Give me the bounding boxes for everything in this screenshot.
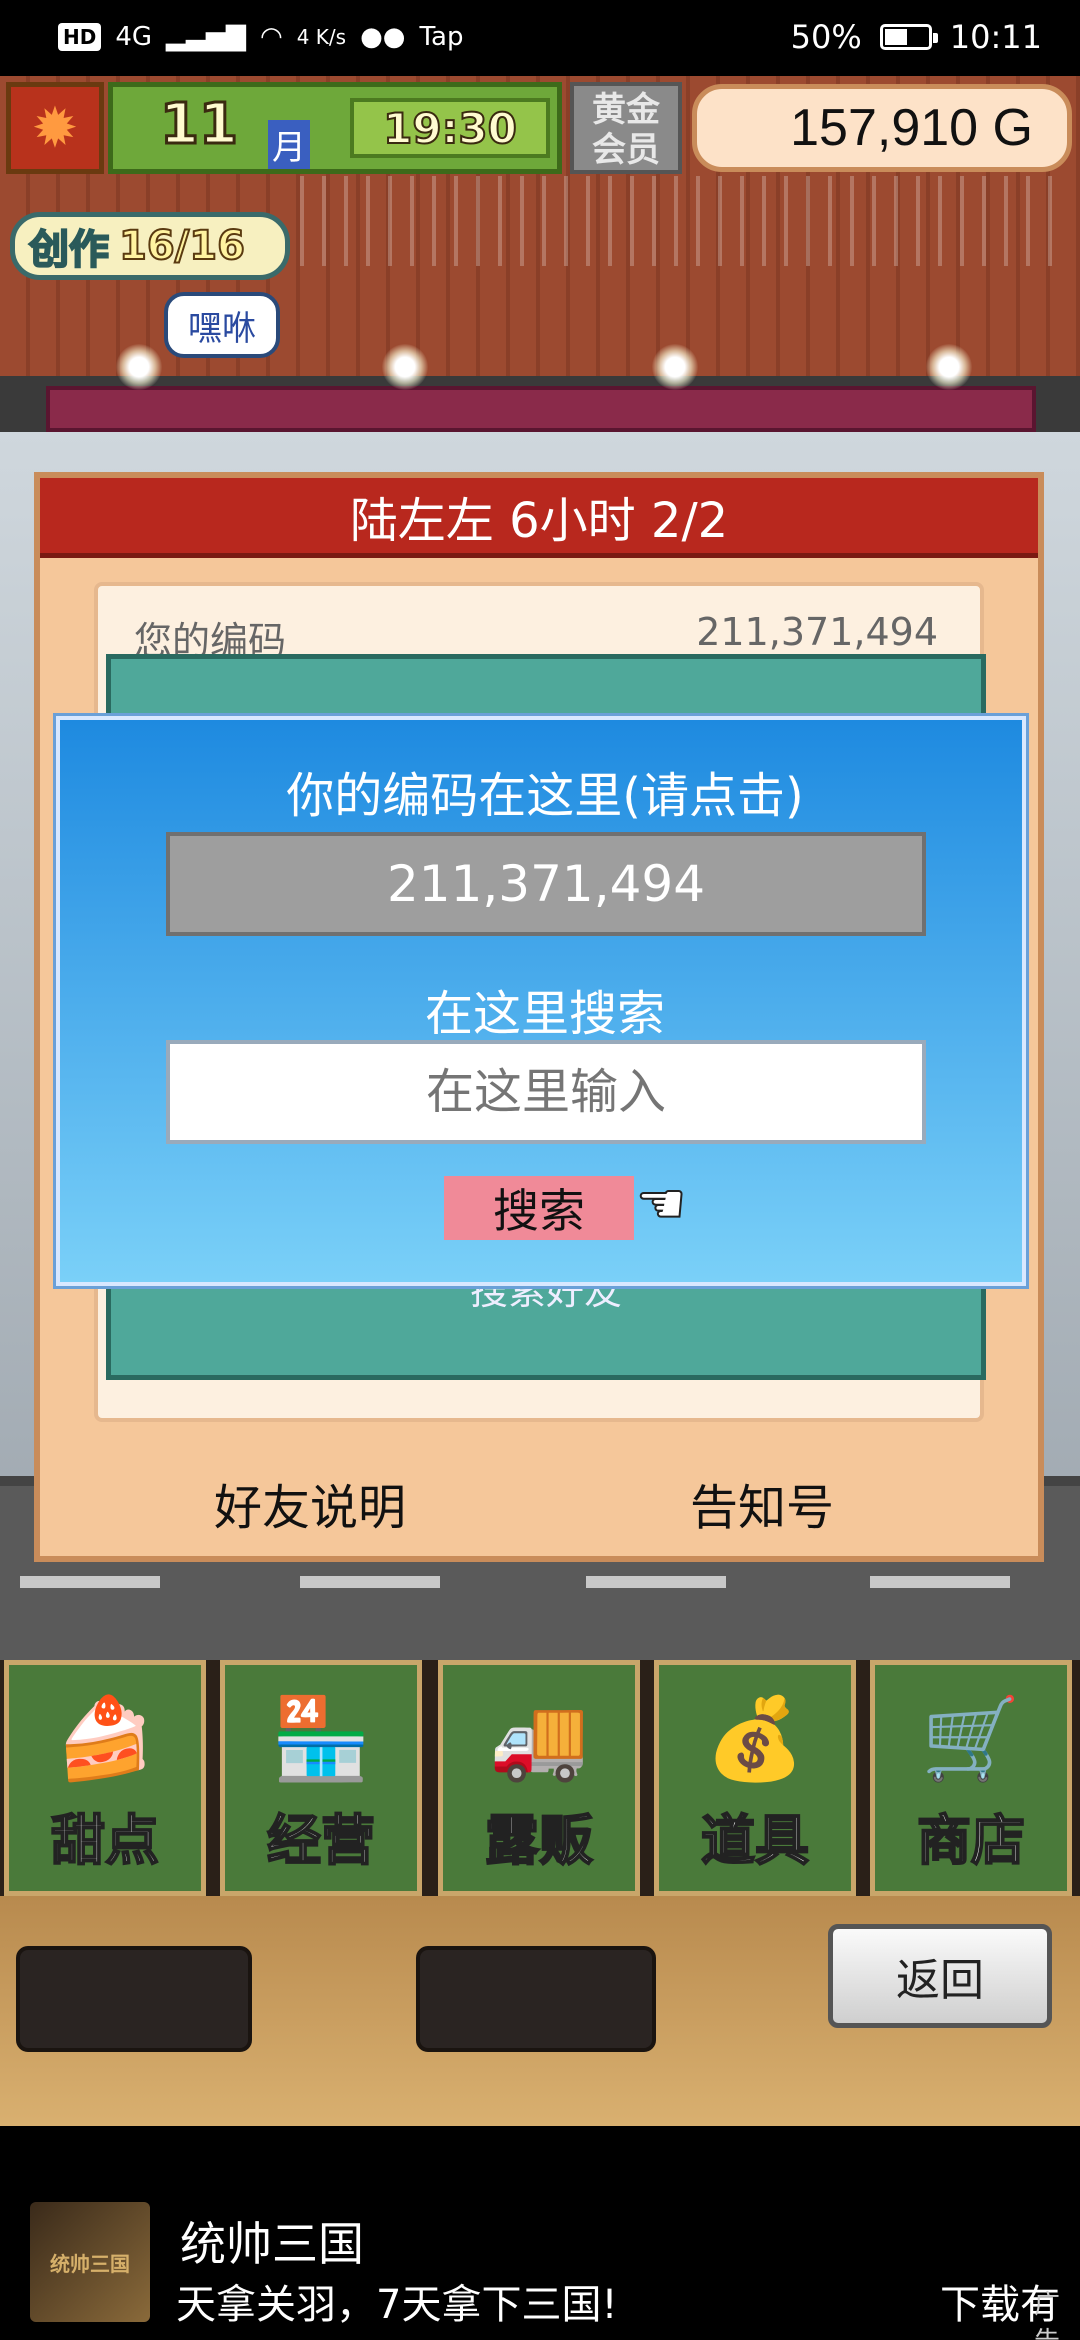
speech-bubble: 嘿咻	[164, 292, 280, 358]
creation-badge[interactable]: 创作 16/16	[10, 212, 290, 280]
empty-slot	[16, 1946, 252, 2052]
menu-item-dessert[interactable]: 🍰 甜点	[4, 1660, 206, 1896]
ad-description: 天拿关羽，7天拿下三国!	[176, 2282, 618, 2328]
menu-label: 露贩	[484, 1808, 594, 1873]
light-bulb	[652, 344, 698, 390]
battery-percent: 50%	[790, 18, 862, 56]
menu-label: 经营	[266, 1808, 376, 1873]
light-bulb	[116, 344, 162, 390]
search-label: 在这里搜索	[424, 986, 665, 1042]
hd-badge: HD	[58, 23, 102, 51]
cart-icon: 🛒	[921, 1692, 1021, 1785]
friend-info-button[interactable]: 好友说明	[214, 1468, 406, 1538]
shop-icon: 🏪	[271, 1692, 371, 1785]
menu-item-items[interactable]: 💰 道具	[654, 1660, 856, 1896]
clock: 10:11	[949, 18, 1042, 56]
gold-member-line2: 会员	[592, 130, 660, 170]
game-clock: 19:30	[350, 98, 550, 158]
menu-item-management[interactable]: 🏪 经营	[220, 1660, 422, 1896]
gold-member-button[interactable]: 黄金 会员	[570, 82, 682, 174]
wifi-icon: ◠	[260, 22, 283, 52]
battery-icon	[879, 24, 938, 50]
season-leaf-button[interactable]: ✹	[6, 82, 104, 174]
ad-image[interactable]: 统帅三国	[30, 2202, 150, 2322]
dialog-title: 你的编码在这里(请点击)	[286, 768, 804, 824]
signal-icon: ▂▃▅▇	[166, 22, 247, 52]
maple-leaf-icon: ✹	[31, 95, 79, 161]
search-input[interactable]	[166, 1040, 926, 1144]
creation-count: 16/16	[118, 222, 246, 270]
road-marking	[20, 1576, 160, 1588]
ad-tag: 广告	[1034, 2290, 1061, 2340]
road-marking	[870, 1576, 1010, 1588]
your-code-value: 211,371,494	[696, 610, 938, 654]
month-label: 月	[268, 120, 310, 169]
menu-label: 道具	[700, 1808, 810, 1873]
wechat-icon: ●●	[360, 22, 406, 52]
road-marking	[586, 1576, 726, 1588]
awning	[46, 386, 1036, 432]
road-marking	[300, 1576, 440, 1588]
back-button[interactable]: 返回	[828, 1924, 1052, 2028]
empty-slot	[416, 1946, 656, 2052]
tap-label: Tap	[419, 22, 464, 52]
gold-member-line1: 黄金	[592, 90, 660, 130]
menu-label: 甜点	[50, 1808, 160, 1873]
food-truck-icon: 🚚	[489, 1692, 589, 1785]
menu-label: 商店	[916, 1808, 1026, 1873]
panel-header: 陆左左 6小时 2/2	[40, 478, 1038, 558]
speed-label: 4 K/s	[296, 25, 347, 49]
search-dialog: 你的编码在这里(请点击) 211,371,494 在这里搜索 搜索 ☛	[53, 713, 1029, 1289]
pointing-hand-icon: ☛	[635, 1171, 687, 1238]
roof-decoration	[300, 176, 1060, 266]
network-label: 4G	[115, 22, 153, 52]
menu-item-store[interactable]: 🛒 商店	[870, 1660, 1072, 1896]
month-number: 11	[159, 91, 240, 159]
light-bulb	[926, 344, 972, 390]
status-bar: HD 4G ▂▃▅▇ ◠ 4 K/s ●● Tap 50% 10:11	[0, 0, 1080, 76]
status-left: HD 4G ▂▃▅▇ ◠ 4 K/s ●● Tap	[58, 12, 463, 62]
light-bulb	[382, 344, 428, 390]
search-button[interactable]: 搜索	[444, 1176, 634, 1240]
game-scene: ✹ 11 月 19:30 黄金 会员 157,910 G 创作 16/16 嘿咻…	[0, 76, 1080, 2126]
status-right: 50% 10:11	[791, 12, 1042, 62]
ad-banner[interactable]: 统帅三国 统帅三国 天拿关羽，7天拿下三国! 下载有 广告	[0, 2126, 1080, 2340]
money-display: 157,910 G	[692, 84, 1072, 172]
items-icon: 💰	[705, 1692, 805, 1785]
cake-icon: 🍰	[55, 1692, 155, 1785]
code-display-button[interactable]: 211,371,494	[166, 832, 926, 936]
menu-item-street-stall[interactable]: 🚚 露贩	[438, 1660, 640, 1896]
notice-button[interactable]: 告知号	[690, 1468, 834, 1538]
ad-title: 统帅三国	[180, 2217, 364, 2271]
creation-label: 创作	[28, 226, 110, 274]
